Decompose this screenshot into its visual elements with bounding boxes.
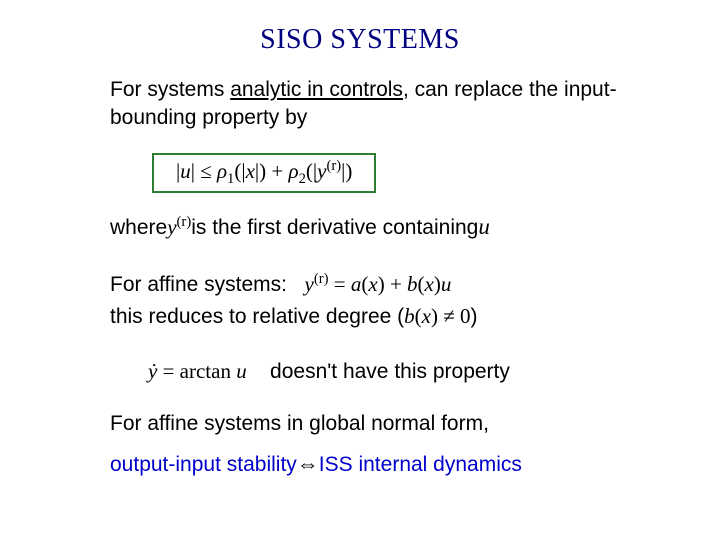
- last-line2: output-input stability ⇔ ISS internal dy…: [110, 449, 620, 479]
- where-text-b: is the first derivative containing: [191, 214, 478, 242]
- aff-cond-b: b: [404, 304, 415, 328]
- aff-cond-zero: 0: [460, 304, 471, 328]
- slide-title: SISO SYSTEMS: [0, 24, 720, 56]
- ydot-lhs: ẏ: [148, 359, 157, 383]
- affine-line2-a: this reduces to relative degree (: [110, 303, 404, 331]
- aff-eq-y: y: [305, 272, 314, 296]
- where-u: u: [478, 211, 490, 242]
- intro-underlined: analytic in controls: [230, 78, 403, 101]
- boxed-equation-wrapper: |u| ≤ ρ1(|x|) + ρ2(|y(r)|): [110, 149, 620, 211]
- aff-eq-xu: (x)u: [418, 272, 452, 296]
- ydot-line: ẏ = arctan u doesn't have this property: [148, 357, 620, 386]
- boxed-equation: |u| ≤ ρ1(|x|) + ρ2(|y(r)|): [152, 153, 376, 193]
- slide-body: For systems analytic in controls, can re…: [0, 76, 720, 479]
- where-expr-sup: (r): [177, 214, 192, 230]
- aff-eq-b: b: [407, 272, 418, 296]
- iss-internal-dynamics: ISS internal dynamics: [319, 451, 522, 479]
- aff-eq-sup: (r): [314, 271, 329, 287]
- aff-eq-xplus: (x) +: [361, 272, 407, 296]
- affine-line1: For affine systems: y(r) = a(x) + b(x)u: [110, 270, 620, 299]
- affine-equation: y(r) = a(x) + b(x)u: [305, 270, 452, 298]
- boxed-eq-sup-r: (r): [326, 158, 341, 174]
- aff-eq-equals: =: [329, 272, 351, 296]
- affine-text-a: For affine systems:: [110, 271, 305, 299]
- last-line1: For affine systems in global normal form…: [110, 410, 620, 438]
- boxed-eq-end: |): [341, 159, 352, 183]
- ydot-text: doesn't have this property: [247, 358, 510, 386]
- where-line: where y(r) is the first derivative conta…: [110, 211, 620, 242]
- ydot-equation: ẏ = arctan u: [148, 357, 247, 385]
- ydot-u: u: [236, 359, 247, 383]
- aff-eq-a: a: [351, 272, 362, 296]
- output-input-stability: output-input stability: [110, 451, 297, 479]
- where-text-a: where: [110, 214, 167, 242]
- aff-cond-rest: (x) ≠: [415, 304, 460, 328]
- ydot-arctan: arctan: [180, 359, 237, 383]
- boxed-eq-part1: |u| ≤ ρ: [176, 159, 227, 183]
- slide: SISO SYSTEMS For systems analytic in con…: [0, 0, 720, 540]
- where-expr-y: y: [167, 215, 176, 239]
- where-expr: y(r): [167, 213, 191, 241]
- boxed-eq-sub2: 2: [299, 171, 306, 187]
- last-block: For affine systems in global normal form…: [110, 410, 620, 479]
- affine-line2: this reduces to relative degree ( b(x) ≠…: [110, 302, 620, 331]
- boxed-eq-mid2: (|y: [306, 159, 327, 183]
- iff-arrow-icon: ⇔: [297, 449, 319, 479]
- affine-line2-c: ): [471, 303, 478, 331]
- affine-line2-cond: b(x) ≠ 0: [404, 302, 470, 330]
- affine-block: For affine systems: y(r) = a(x) + b(x)u …: [110, 270, 620, 331]
- boxed-eq-mid1: (|x|) + ρ: [234, 159, 298, 183]
- intro-paragraph: For systems analytic in controls, can re…: [110, 76, 620, 133]
- intro-text-a: For systems: [110, 78, 230, 101]
- ydot-eq: =: [157, 359, 179, 383]
